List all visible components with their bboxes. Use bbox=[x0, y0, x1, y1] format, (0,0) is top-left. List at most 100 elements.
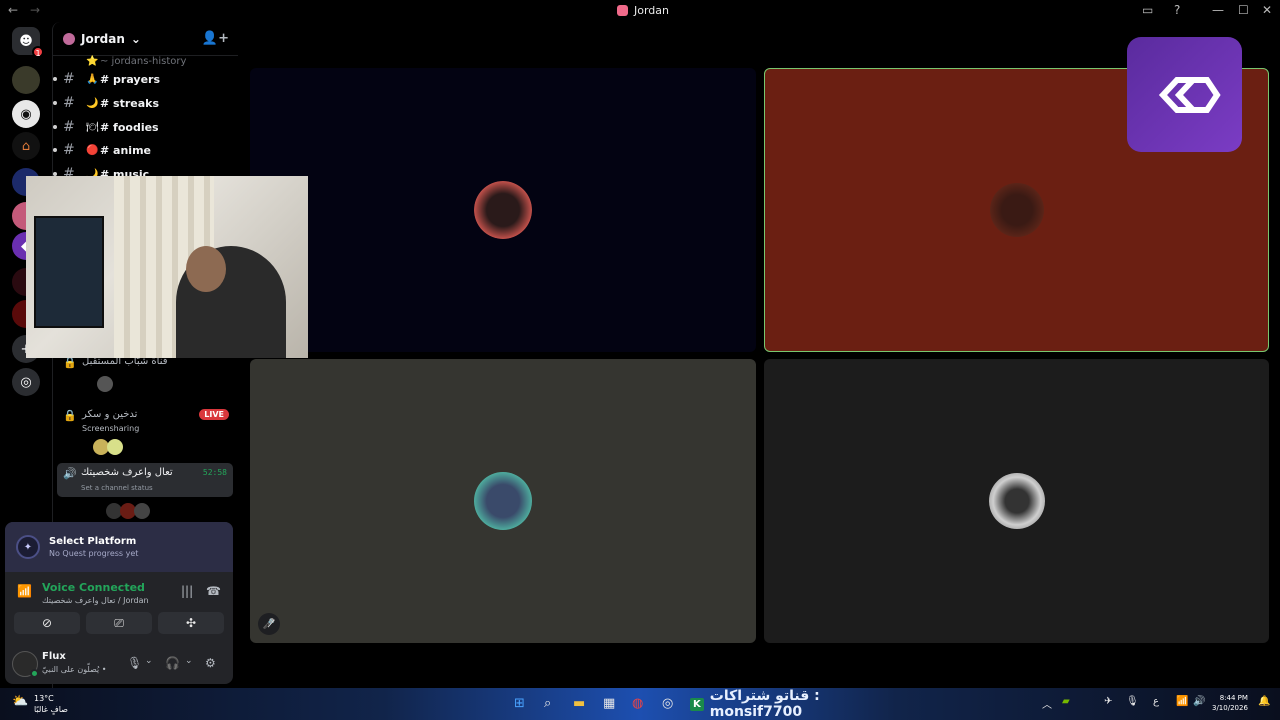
notification-badge: 1 bbox=[32, 46, 44, 58]
microphone-icon[interactable]: 🎙 bbox=[127, 656, 142, 670]
custom-status: يُصلّون على النبيّ • bbox=[42, 665, 107, 674]
voice-connected-panel: 📶 Voice Connected تعال واعرف شخصيتك / Jo… bbox=[5, 576, 233, 610]
user-area: Flux يُصلّون على النبيّ • 🎙 ⌄ 🎧 ⌄ ⚙ bbox=[5, 646, 233, 682]
weather-widget[interactable]: 13°C صافٍ غالبًا bbox=[34, 693, 68, 715]
settings-gear-icon[interactable]: ⚙ bbox=[205, 656, 216, 670]
language-indicator[interactable]: ع bbox=[1153, 696, 1159, 707]
member-avatar[interactable] bbox=[107, 439, 123, 455]
channel-name: # streaks bbox=[100, 96, 160, 110]
participant-avatar bbox=[474, 181, 532, 239]
discord-logo-icon: ☻ bbox=[19, 33, 33, 49]
window-title-text: Jordan bbox=[634, 4, 669, 17]
channel-name: # foodies bbox=[100, 120, 159, 134]
chrome-icon[interactable]: ◍ bbox=[632, 696, 643, 711]
signal-icon[interactable]: 📶 bbox=[17, 584, 32, 598]
screenshare-status: Screensharing bbox=[82, 424, 140, 433]
disconnect-icon[interactable]: ☎ bbox=[206, 584, 221, 598]
voice-channel-name: تعال واعرف شخصيتك bbox=[81, 467, 173, 478]
tray-chevron-up-icon[interactable]: ︿ bbox=[1042, 696, 1052, 711]
channel-item[interactable]: # 🌙 # streaks bbox=[53, 92, 239, 114]
stream-banner: K قناتو شتراكات : monsif7700 bbox=[690, 688, 908, 720]
video-tile[interactable] bbox=[764, 359, 1269, 643]
stream-logo-icon bbox=[1158, 76, 1221, 113]
activities-icon: ✣ bbox=[185, 616, 197, 630]
voice-timer: 52:58 bbox=[202, 468, 227, 477]
mic-muted-icon: 🎤̸ bbox=[258, 613, 280, 635]
quest-subtitle: No Quest progress yet bbox=[49, 549, 139, 558]
voice-connected-subtitle[interactable]: تعال واعرف شخصيتك / Jordan bbox=[42, 596, 149, 605]
weather-icon[interactable]: ⛅ bbox=[12, 694, 28, 709]
headphones-icon[interactable]: 🎧 bbox=[165, 656, 180, 670]
channel-emoji: 🌙 bbox=[86, 97, 99, 109]
channel-item[interactable]: # 🔴 # anime bbox=[53, 139, 239, 161]
mic-tray-icon[interactable]: 🎙 bbox=[1126, 696, 1139, 707]
server-icon[interactable] bbox=[12, 66, 40, 94]
user-panel: ✦ Select Platform No Quest progress yet … bbox=[5, 522, 233, 684]
direct-messages-button[interactable]: ☻ 1 bbox=[12, 27, 44, 58]
username[interactable]: Flux bbox=[42, 651, 66, 662]
unread-dot bbox=[53, 101, 57, 105]
start-icon[interactable]: ⊞ bbox=[514, 696, 525, 711]
hashtag-icon: # bbox=[63, 119, 75, 135]
activities-button[interactable]: ✣ bbox=[158, 612, 224, 634]
kick-logo-icon: K bbox=[690, 697, 704, 711]
window-title: Jordan bbox=[617, 4, 669, 17]
unread-dot bbox=[53, 148, 57, 152]
member-avatar[interactable] bbox=[97, 376, 113, 392]
online-status-dot bbox=[30, 669, 39, 678]
steam-icon[interactable]: ✈ bbox=[1104, 696, 1112, 707]
voice-channel-item[interactable]: 🔒 قناة شبّاب المستقبل bbox=[57, 354, 233, 394]
notification-icon[interactable]: 🔔 bbox=[1258, 696, 1270, 707]
close-button[interactable]: ✕ bbox=[1262, 3, 1272, 17]
channel-emoji: 🔴 bbox=[86, 144, 99, 156]
volume-icon[interactable]: 🔊 bbox=[1193, 696, 1205, 707]
back-arrow-icon[interactable]: ← bbox=[8, 3, 18, 17]
stream-logo bbox=[1127, 37, 1242, 152]
chevron-down-icon[interactable]: ⌄ bbox=[145, 656, 153, 666]
channel-name: # prayers bbox=[100, 72, 161, 86]
quest-card[interactable]: ✦ Select Platform No Quest progress yet bbox=[5, 522, 233, 572]
noise-suppression-icon[interactable]: ||| bbox=[181, 584, 193, 598]
video-tile[interactable] bbox=[250, 68, 756, 352]
discover-icon[interactable]: ◎ bbox=[12, 368, 40, 396]
forward-arrow-icon[interactable]: → bbox=[30, 3, 40, 17]
active-voice-channel[interactable]: 🔊 تعال واعرف شخصيتك 52:58 Set a channel … bbox=[57, 463, 233, 497]
inbox-icon[interactable]: ▭ bbox=[1142, 3, 1153, 17]
hashtag-icon: # bbox=[63, 95, 75, 111]
quest-title: Select Platform bbox=[49, 536, 137, 547]
store-icon[interactable]: ▦ bbox=[603, 696, 615, 711]
camera-off-button[interactable]: ⊘ bbox=[14, 612, 80, 634]
video-tile[interactable]: 🎤̸ bbox=[250, 359, 756, 643]
weather-description: صافٍ غالبًا bbox=[34, 705, 68, 714]
chevron-down-icon[interactable]: ⌄ bbox=[185, 656, 193, 666]
search-icon[interactable]: ⌕ bbox=[544, 696, 551, 711]
member-avatar[interactable] bbox=[134, 503, 150, 519]
app-icon[interactable]: ◎ bbox=[662, 696, 673, 711]
server-mini-icon bbox=[617, 5, 628, 16]
hashtag-icon: # bbox=[63, 142, 75, 158]
minimize-button[interactable]: — bbox=[1212, 3, 1224, 17]
wifi-icon[interactable]: 📶 bbox=[1176, 696, 1188, 707]
quest-icon: ✦ bbox=[16, 535, 40, 559]
channel-item[interactable]: # 🙏 # prayers bbox=[53, 68, 239, 90]
unread-dot bbox=[53, 125, 57, 129]
server-icon bbox=[63, 32, 75, 45]
system-clock[interactable]: 8:44 PM 3/10/2026 bbox=[1212, 693, 1248, 713]
nvidia-icon[interactable]: ▰ bbox=[1062, 696, 1070, 707]
invite-people-icon[interactable]: 👤+ bbox=[202, 31, 229, 46]
voice-channel-item[interactable]: 🔒 تدخين و سكر Screensharing LIVE bbox=[57, 407, 233, 457]
server-icon[interactable]: ⌂ bbox=[12, 132, 40, 160]
help-icon[interactable]: ? bbox=[1174, 3, 1180, 17]
channel-item[interactable]: # 🍽 # foodies bbox=[53, 116, 239, 138]
set-channel-status[interactable]: Set a channel status bbox=[81, 484, 153, 492]
channel-name: ~ jordans-history bbox=[100, 55, 187, 67]
screenshare-button[interactable]: ⎚ bbox=[86, 612, 152, 634]
voice-connected-title[interactable]: Voice Connected bbox=[42, 581, 145, 594]
file-explorer-icon[interactable]: ▬ bbox=[573, 696, 585, 711]
maximize-button[interactable]: ☐ bbox=[1238, 3, 1249, 17]
server-eye-icon[interactable]: ◉ bbox=[12, 100, 40, 128]
clock-time: 8:44 PM bbox=[1219, 694, 1248, 702]
temperature: 13°C bbox=[34, 694, 54, 703]
server-name: Jordan bbox=[81, 31, 125, 46]
video-stage: 🎤̸ bbox=[238, 22, 1280, 688]
